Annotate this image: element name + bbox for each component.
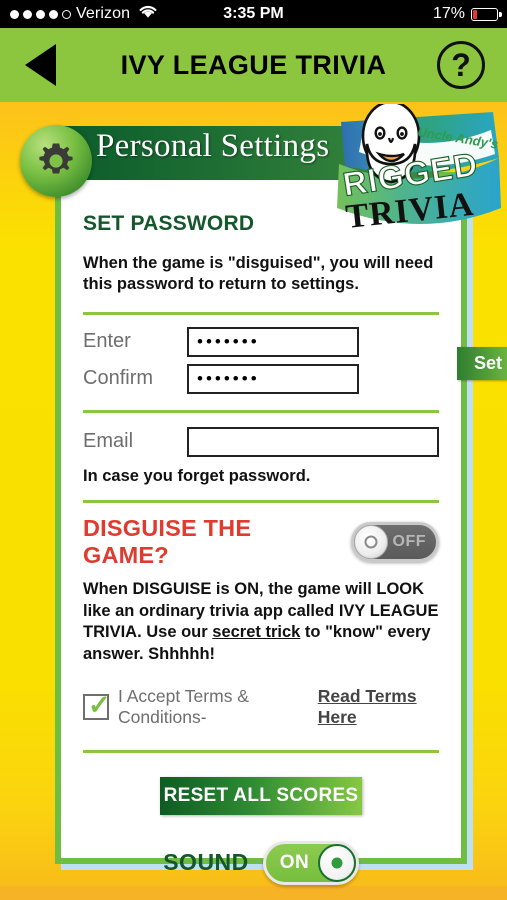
rigged-trivia-logo: Uncle Andy's RIGGED TRIVIA xyxy=(331,100,501,236)
disguise-toggle-knob xyxy=(354,524,388,559)
divider xyxy=(83,409,439,413)
email-label: Email xyxy=(83,430,134,453)
accept-terms-label: I Accept Terms & Conditions- xyxy=(118,685,249,727)
confirm-password-label: Confirm xyxy=(83,367,154,390)
email-hint: In case you forget password. xyxy=(83,466,311,485)
accept-terms-checkbox[interactable]: ✓ xyxy=(83,689,111,720)
email-input[interactable] xyxy=(187,426,439,457)
disguise-toggle[interactable]: OFF xyxy=(351,521,439,562)
set-password-button[interactable]: Set xyxy=(457,346,507,380)
password-fields-group: Enter ••••••• Confirm ••••••• Set xyxy=(83,326,507,394)
confirm-password-row: Confirm ••••••• xyxy=(83,363,439,394)
sound-toggle-label: ON xyxy=(279,851,310,873)
enter-password-input[interactable]: ••••••• xyxy=(187,326,359,357)
battery-icon xyxy=(471,7,502,21)
app-screen: Verizon 3:35 PM 17% IVY LEAGUE TRIVIA ? xyxy=(0,0,507,900)
reset-all-scores-button[interactable]: RESET ALL SCORES xyxy=(160,776,362,815)
enter-password-label: Enter xyxy=(83,330,131,353)
disguise-toggle-label: OFF xyxy=(392,532,426,550)
settings-ribbon-title: Personal Settings xyxy=(96,128,330,164)
sound-toggle[interactable]: ON xyxy=(262,840,359,885)
battery-percent-label: 17% xyxy=(432,5,465,22)
disguise-description: When DISGUISE is ON, the game will LOOK … xyxy=(83,579,439,666)
nav-bar: IVY LEAGUE TRIVIA ? xyxy=(0,28,507,102)
bottom-accent-bar xyxy=(0,886,507,900)
disguise-row: DISGUISE THE GAME? OFF xyxy=(83,515,439,569)
page-title: IVY LEAGUE TRIVIA xyxy=(120,49,387,80)
sound-label: SOUND xyxy=(163,849,249,876)
checkmark-icon: ✓ xyxy=(88,689,111,720)
confirm-password-input[interactable]: ••••••• xyxy=(187,363,359,394)
back-button[interactable] xyxy=(25,44,56,86)
password-note: When the game is "disguised", you will n… xyxy=(83,254,434,294)
status-bar-right: 17% xyxy=(432,0,502,28)
enter-password-row: Enter ••••••• xyxy=(83,326,439,357)
terms-row: ✓ I Accept Terms & Conditions- Read Term… xyxy=(83,686,439,728)
sound-row: SOUND ON xyxy=(83,840,439,885)
gear-icon xyxy=(20,125,92,197)
divider xyxy=(83,311,439,315)
read-terms-link[interactable]: Read Terms Here xyxy=(318,686,439,728)
settings-card: SET PASSWORD When the game is "disguised… xyxy=(55,172,507,885)
disguise-heading: DISGUISE THE GAME? xyxy=(83,514,252,568)
sound-toggle-knob xyxy=(317,843,356,882)
clock-label: 3:35 PM xyxy=(223,5,284,22)
email-row: Email xyxy=(83,426,439,457)
divider xyxy=(83,499,439,503)
secret-trick-link[interactable]: secret trick xyxy=(212,623,300,641)
divider xyxy=(83,749,439,753)
status-bar: Verizon 3:35 PM 17% xyxy=(0,0,507,28)
help-button[interactable]: ? xyxy=(437,41,485,89)
